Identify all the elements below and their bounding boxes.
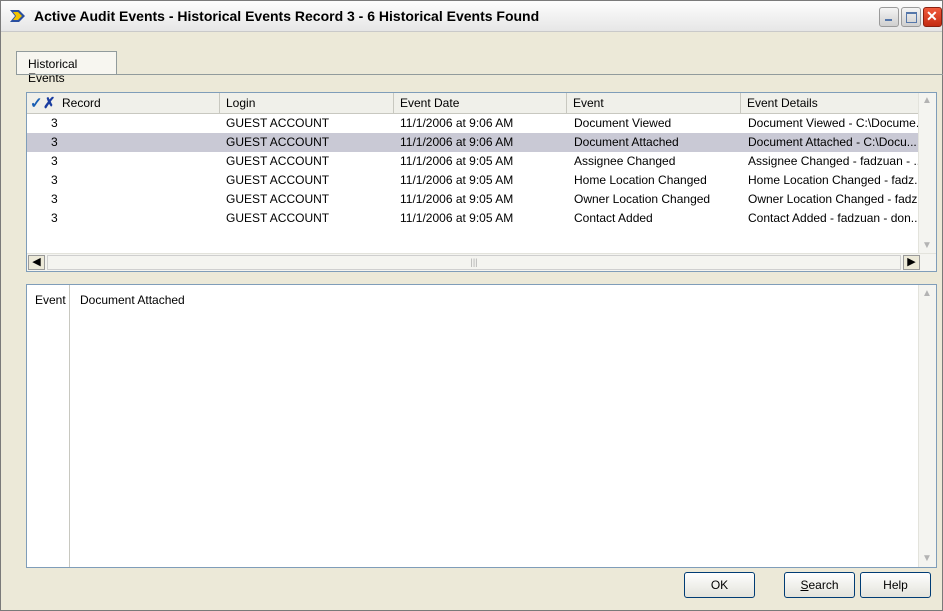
- table-row[interactable]: 3 GUEST ACCOUNT 11/1/2006 at 9:05 AM Own…: [27, 190, 920, 209]
- clear-x-icon[interactable]: ✗: [43, 94, 56, 114]
- tab-historical-events[interactable]: Historical Events: [16, 51, 117, 85]
- window-title: Active Audit Events - Historical Events …: [34, 8, 540, 24]
- close-button[interactable]: ✕: [923, 7, 942, 27]
- column-header-record[interactable]: ✓ ✗ Record: [27, 93, 220, 113]
- table-row[interactable]: 3 GUEST ACCOUNT 11/1/2006 at 9:05 AM Ass…: [27, 152, 920, 171]
- column-header-login[interactable]: Login: [220, 93, 394, 113]
- maximize-button[interactable]: [901, 7, 921, 27]
- scrollbar-thumb[interactable]: |||: [47, 255, 901, 270]
- app-arrow-icon: [10, 10, 25, 22]
- scroll-down-icon[interactable]: ▼: [922, 240, 932, 251]
- column-header-event-details[interactable]: Event Details: [741, 93, 920, 113]
- table-row-selected[interactable]: 3 GUEST ACCOUNT 11/1/2006 at 9:06 AM Doc…: [27, 133, 920, 152]
- column-header-event[interactable]: Event: [567, 93, 741, 113]
- help-button[interactable]: Help: [860, 572, 931, 598]
- scroll-down-icon[interactable]: ▼: [922, 553, 932, 564]
- scroll-right-icon[interactable]: ▶: [903, 255, 920, 270]
- detail-label-column: Event: [27, 285, 70, 567]
- grid-header: ✓ ✗ Record Login Event Date Event Event …: [27, 93, 920, 114]
- search-button[interactable]: Search: [784, 572, 855, 598]
- column-header-event-date[interactable]: Event Date: [394, 93, 567, 113]
- detail-vertical-scrollbar[interactable]: ▲ ▼: [918, 285, 936, 567]
- scroll-left-icon[interactable]: ◀: [28, 255, 45, 270]
- events-grid[interactable]: ✓ ✗ Record Login Event Date Event Event …: [26, 92, 937, 272]
- table-row[interactable]: 3 GUEST ACCOUNT 11/1/2006 at 9:05 AM Con…: [27, 209, 920, 228]
- scroll-up-icon[interactable]: ▲: [922, 288, 932, 299]
- table-row[interactable]: 3 GUEST ACCOUNT 11/1/2006 at 9:05 AM Hom…: [27, 171, 920, 190]
- grid-vertical-scrollbar[interactable]: ▲ ▼: [918, 93, 936, 253]
- checkmark-icon[interactable]: ✓: [30, 94, 43, 114]
- table-row[interactable]: 3 GUEST ACCOUNT 11/1/2006 at 9:06 AM Doc…: [27, 114, 920, 133]
- detail-label: Event: [35, 293, 66, 307]
- minimize-button[interactable]: [879, 7, 899, 27]
- ok-button[interactable]: OK: [684, 572, 755, 598]
- grid-horizontal-scrollbar[interactable]: ◀ ||| ▶: [27, 253, 936, 271]
- title-bar[interactable]: Active Audit Events - Historical Events …: [1, 1, 942, 32]
- audit-events-window: Active Audit Events - Historical Events …: [0, 0, 943, 611]
- event-detail-pane[interactable]: Event Document Attached ▲ ▼: [26, 284, 937, 568]
- close-icon: ✕: [926, 8, 938, 24]
- detail-value: Document Attached: [80, 293, 185, 307]
- scroll-up-icon[interactable]: ▲: [922, 95, 932, 106]
